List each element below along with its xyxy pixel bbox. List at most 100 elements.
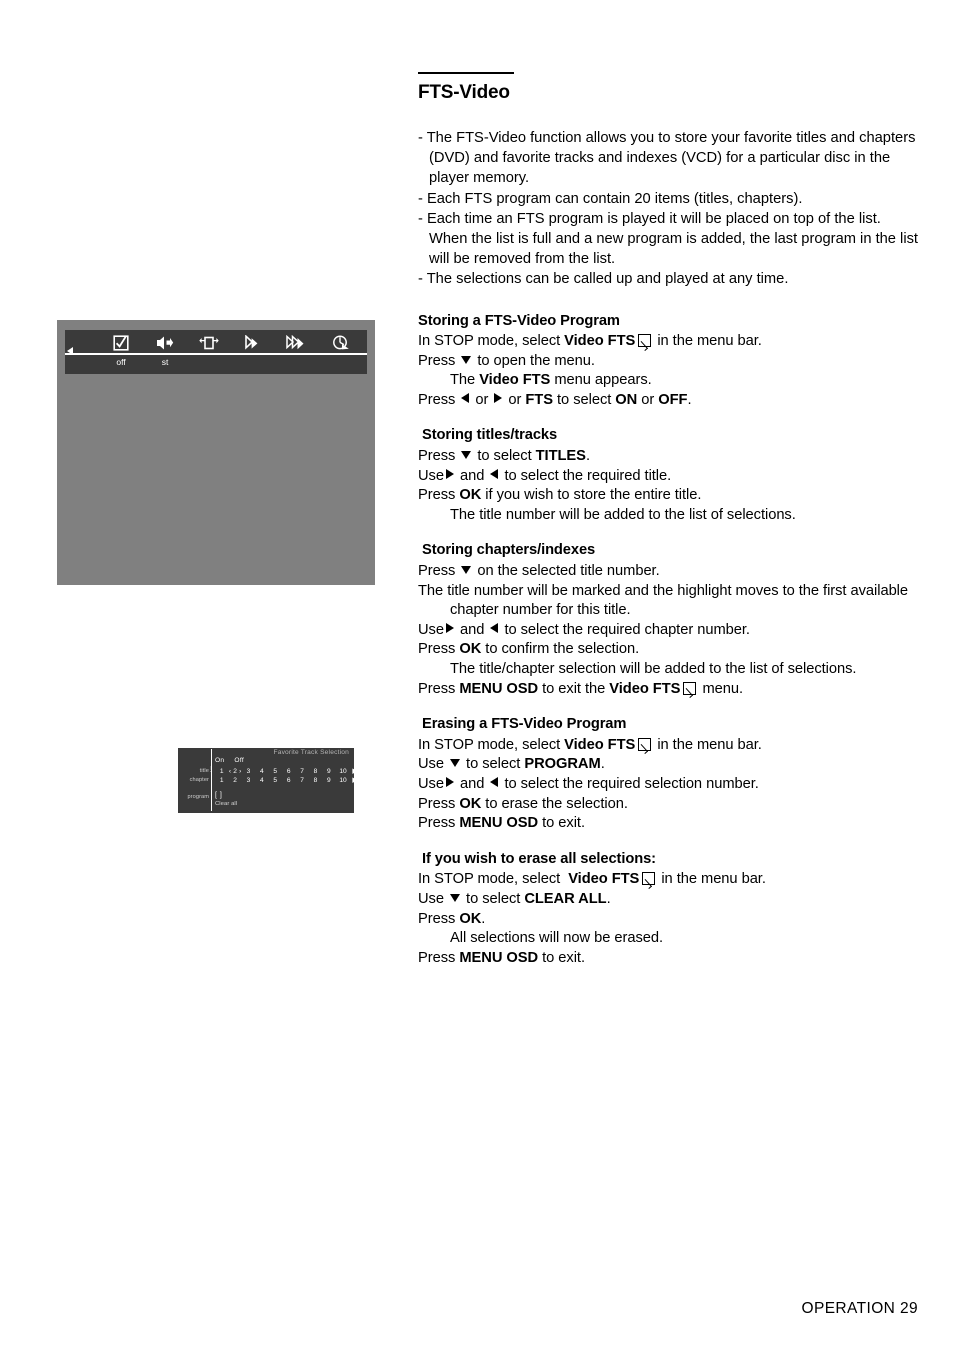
menu-label-scan xyxy=(275,356,319,370)
text-emphasis: OK xyxy=(459,910,482,927)
osd-chapter-cell[interactable]: 10 xyxy=(336,777,351,784)
text-fragment: Use xyxy=(418,621,444,638)
screen-fit-icon[interactable] xyxy=(187,333,231,353)
text-fragment: to select xyxy=(557,391,612,408)
fts-checkbox-icon[interactable] xyxy=(99,333,143,353)
instruction-line: Press MENU OSD to exit. xyxy=(418,949,918,969)
arrow-right-icon xyxy=(445,468,454,479)
osd-title-cell[interactable]: 10 xyxy=(336,768,351,775)
arrow-down-icon xyxy=(461,355,472,364)
arrow-left-icon xyxy=(461,392,470,403)
section-heading: Erasing a FTS-Video Program xyxy=(422,716,627,733)
instruction-line: Press OK if you wish to store the entire… xyxy=(418,486,918,506)
intro-bullet: - Each FTS program can contain 20 items … xyxy=(418,190,803,207)
text-fragment: Use xyxy=(418,756,444,773)
osd-chapter-number-row[interactable]: 1 2 3 4 5 6 7 8 9 10 ▶ xyxy=(215,776,360,784)
osd-title-next-arrow-icon[interactable]: ▶ xyxy=(351,767,360,775)
text-fragment: and xyxy=(460,467,485,484)
text-fragment: on the selected title number. xyxy=(477,563,660,580)
osd-title-cell[interactable]: 8 xyxy=(309,768,322,775)
audio-speaker-icon[interactable] xyxy=(143,333,187,353)
text-emphasis: MENU OSD xyxy=(459,815,539,832)
text-fragment: Press xyxy=(418,795,456,812)
osd-title-cell[interactable]: 9 xyxy=(322,768,335,775)
arrow-down-icon xyxy=(450,759,461,768)
text-fragment: In STOP mode, select xyxy=(418,333,561,350)
text-fragment: . xyxy=(687,391,692,408)
osd-title-cell-selected[interactable]: 2 xyxy=(228,768,242,776)
arrow-right-icon xyxy=(445,622,454,633)
section-heading: Storing chapters/indexes xyxy=(422,542,596,559)
instruction-line: In STOP mode, select Video FTS in the me… xyxy=(418,332,918,352)
text-emphasis: Video FTS xyxy=(479,372,551,389)
text-fragment: . xyxy=(600,756,605,773)
fts-checkbox-icon xyxy=(638,737,652,751)
osd-row-cursor-icon: ⋮ xyxy=(208,767,214,773)
manual-text-column: FTS-Video - The FTS-Video function allow… xyxy=(418,72,918,984)
text-fragment: or xyxy=(641,391,655,408)
instruction-line: Press or or FTS to select ON or OFF. xyxy=(418,391,918,411)
osd-title-number-row[interactable]: 12345678910▶ xyxy=(215,767,360,776)
text-fragment: Press xyxy=(418,910,456,927)
instruction-note: The title number will be marked and the … xyxy=(418,582,909,619)
text-fragment: and xyxy=(460,775,485,792)
section-storing-program: Storing a FTS-Video Program In STOP mode… xyxy=(418,312,918,411)
slow-motion-icon[interactable] xyxy=(231,333,275,353)
osd-on-off-header: On Off xyxy=(215,757,244,764)
menu-bar-icon-list xyxy=(99,333,363,353)
text-fragment: to select the required chapter number. xyxy=(504,621,750,638)
text-fragment: In STOP mode, select xyxy=(418,736,561,753)
osd-chapter-cell[interactable]: 3 xyxy=(242,777,255,784)
instruction-line: Press to select TITLES. xyxy=(418,447,918,467)
intro-bullet: - Each time an FTS program is played it … xyxy=(418,210,919,268)
fast-scan-icon[interactable] xyxy=(275,333,319,353)
osd-chapter-cell[interactable]: 1 xyxy=(215,777,228,784)
osd-chapter-cell[interactable]: 8 xyxy=(309,777,322,784)
osd-title-cell[interactable]: 5 xyxy=(269,768,282,775)
instruction-note: The title number will be added to the li… xyxy=(450,506,796,523)
instruction-line: Press on the selected title number. xyxy=(418,562,918,582)
osd-chapter-cell[interactable]: 6 xyxy=(282,777,295,784)
text-emphasis: Video FTS xyxy=(564,736,636,753)
text-fragment: to exit. xyxy=(542,815,585,832)
menu-label-screenfit xyxy=(187,356,231,370)
page-title: FTS-Video xyxy=(418,82,510,103)
text-fragment: Use xyxy=(418,890,444,907)
text-emphasis: CLEAR ALL xyxy=(524,890,607,907)
osd-title-cell[interactable]: 6 xyxy=(282,768,295,775)
osd-chapter-cell[interactable]: 4 xyxy=(255,777,268,784)
osd-chapter-cell[interactable]: 7 xyxy=(295,777,308,784)
osd-title-cell[interactable]: 1 xyxy=(215,768,228,775)
text-fragment: if you wish to store the entire title. xyxy=(485,487,702,504)
instruction-line: In STOP mode, select Video FTS in the me… xyxy=(418,736,918,756)
osd-chapter-cell[interactable]: 9 xyxy=(322,777,335,784)
osd-clear-all-item[interactable]: Clear all xyxy=(215,801,237,807)
osd-title-cell[interactable]: 7 xyxy=(295,768,308,775)
menu-label-audio: st xyxy=(161,357,169,367)
instruction-note: All selections will now be erased. xyxy=(450,930,664,947)
text-fragment: Press xyxy=(418,680,456,697)
fts-checkbox-icon xyxy=(638,334,652,348)
arrow-left-icon xyxy=(490,622,499,633)
text-emphasis: Video FTS xyxy=(564,333,636,350)
text-emphasis: OFF xyxy=(658,391,688,408)
text-fragment: Press xyxy=(418,815,456,832)
osd-program-value[interactable]: [ ] xyxy=(215,792,222,799)
instruction-line: Press OK to erase the selection. xyxy=(418,795,918,815)
text-emphasis: MENU OSD xyxy=(459,949,539,966)
osd-title-cell[interactable]: 4 xyxy=(255,768,268,775)
osd-menu-bar: off st xyxy=(65,330,367,374)
text-fragment: Use xyxy=(418,467,444,484)
text-fragment: In STOP mode, select xyxy=(418,871,561,888)
osd-title-cell[interactable]: 3 xyxy=(242,768,255,775)
text-fragment: Press xyxy=(418,487,456,504)
osd-chapter-next-arrow-icon[interactable]: ▶ xyxy=(351,776,360,784)
text-emphasis: PROGRAM xyxy=(524,756,601,773)
section-storing-titles: Storing titles/tracks Press to select TI… xyxy=(418,426,918,525)
intro-bullet: - The selections can be called up and pl… xyxy=(418,271,789,288)
time-display-icon[interactable] xyxy=(319,333,363,353)
tv-screen-illustration: off st Favorite Track Selection On Off ti… xyxy=(57,320,375,813)
text-fragment: to select xyxy=(466,890,521,907)
osd-chapter-cell[interactable]: 2 xyxy=(228,777,241,784)
osd-chapter-cell[interactable]: 5 xyxy=(269,777,282,784)
